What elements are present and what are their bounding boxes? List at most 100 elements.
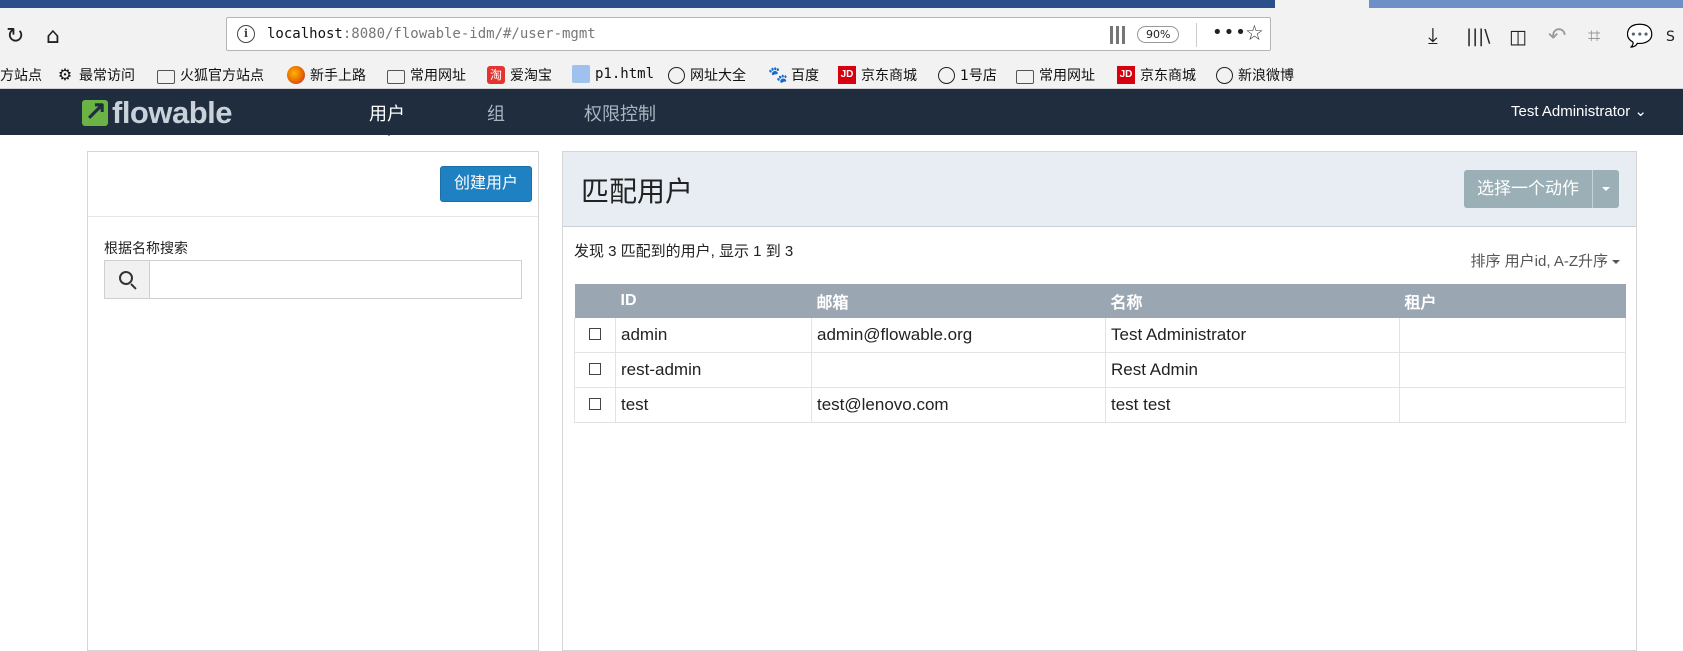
cell-email: admin@flowable.org (811, 318, 1106, 353)
bookmark-item[interactable]: JD 京东商城 (1117, 65, 1196, 85)
bookmark-item[interactable]: 常用网址 (1016, 65, 1095, 85)
extension-icon[interactable]: S (1666, 26, 1675, 48)
cell-name: test test (1105, 387, 1400, 423)
bookmark-item[interactable]: JD 京东商城 (838, 65, 917, 85)
user-filter-panel: 创建用户 根据名称搜索 (87, 151, 539, 651)
folder-icon (387, 69, 405, 84)
address-bar[interactable]: i localhost:8080/flowable-idm/#/user-mgm… (226, 17, 1271, 51)
cell-tenant (1399, 318, 1626, 353)
qr-code-icon[interactable] (1110, 26, 1128, 44)
cell-tenant (1399, 352, 1626, 388)
taobao-icon: 淘 (487, 66, 505, 84)
reload-icon[interactable]: ↻ (6, 26, 24, 48)
flowable-logo-icon (82, 95, 108, 126)
search-group (104, 260, 522, 299)
row-checkbox[interactable] (589, 328, 601, 340)
globe-icon (668, 66, 685, 84)
cell-name: Rest Admin (1105, 352, 1400, 388)
image-icon (572, 65, 590, 83)
row-checkbox[interactable] (589, 398, 601, 410)
user-list-panel: 匹配用户 选择一个动作 发现 3 匹配到的用户, 显示 1 到 3 排序 用户i… (562, 151, 1637, 651)
sort-dropdown[interactable]: 排序 用户id, A-Z升序 (1470, 250, 1620, 271)
home-icon[interactable]: ⌂ (46, 26, 60, 48)
caret-down-icon[interactable] (1592, 170, 1619, 208)
nav-groups[interactable]: 组 (487, 100, 505, 126)
result-summary: 发现 3 匹配到的用户, 显示 1 到 3 (574, 243, 794, 260)
browser-tab-strip (0, 0, 1683, 8)
row-select-cell[interactable] (574, 318, 616, 353)
cell-tenant (1399, 387, 1626, 423)
gear-icon: ⚙ (57, 65, 73, 84)
active-tab[interactable] (1275, 0, 1369, 8)
globe-icon (938, 66, 955, 84)
bookmark-item[interactable]: 火狐官方站点 (157, 65, 264, 85)
bookmark-item[interactable]: 1号店 (938, 65, 997, 85)
bookmark-item[interactable]: 方站点 (0, 65, 42, 85)
baidu-icon: 🐾 (768, 65, 788, 84)
filter-panel-header: 创建用户 (88, 152, 538, 217)
create-user-button[interactable]: 创建用户 (439, 166, 532, 202)
undo-icon[interactable]: ↶ (1548, 26, 1566, 48)
table-row[interactable]: rest-admin Rest Admin (574, 352, 1626, 388)
cell-id: rest-admin (615, 352, 812, 388)
action-button[interactable]: 选择一个动作 (1464, 170, 1592, 208)
header-select (574, 284, 616, 318)
search-addon (105, 261, 150, 298)
row-checkbox[interactable] (589, 363, 601, 375)
bookmark-item[interactable]: 新浪微博 (1216, 65, 1294, 85)
caret-down-icon (1612, 260, 1620, 265)
site-info-icon[interactable]: i (237, 25, 255, 43)
page-actions-icon[interactable]: ••• (1212, 22, 1247, 43)
search-icon (119, 271, 133, 285)
header-tenant[interactable]: 租户 (1399, 284, 1626, 318)
firefox-icon (287, 66, 305, 84)
row-select-cell[interactable] (574, 352, 616, 388)
search-input[interactable] (150, 261, 521, 298)
bookmark-item[interactable]: 🐾 百度 (768, 65, 819, 85)
bookmark-item[interactable]: 常用网址 (387, 65, 466, 85)
bookmark-item[interactable]: ⚙ 最常访问 (56, 65, 135, 85)
user-list-header: 匹配用户 选择一个动作 (563, 152, 1636, 227)
cell-name: Test Administrator (1105, 318, 1400, 353)
row-select-cell[interactable] (574, 387, 616, 423)
globe-icon (1216, 66, 1233, 84)
bookmark-item[interactable]: p1.html (572, 65, 654, 83)
users-table: ID 邮箱 名称 租户 admin admin@flowable.org Tes… (574, 284, 1626, 423)
header-name[interactable]: 名称 (1105, 284, 1400, 318)
jd-icon: JD (838, 66, 856, 84)
nav-privileges[interactable]: 权限控制 (584, 100, 656, 126)
browser-toolbar: ↻ ⌂ i localhost:8080/flowable-idm/#/user… (0, 8, 1683, 62)
bookmark-star-icon[interactable]: ☆ (1245, 21, 1264, 45)
library-icon[interactable]: |||\ (1466, 26, 1490, 48)
bookmarks-toolbar: 方站点 ⚙ 最常访问 火狐官方站点 新手上路 常用网址 淘爱淘宝 p1.html … (0, 62, 1683, 89)
download-icon[interactable]: ⤓ (1428, 26, 1438, 48)
cell-id: test (615, 387, 812, 423)
sidebar-icon[interactable]: ◫ (1509, 26, 1527, 48)
table-header-row: ID 邮箱 名称 租户 (574, 284, 1626, 318)
cell-id: admin (615, 318, 812, 353)
jd-icon: JD (1117, 66, 1135, 84)
header-id[interactable]: ID (615, 284, 812, 318)
zoom-badge[interactable]: 90% (1137, 26, 1180, 43)
search-label: 根据名称搜索 (104, 241, 188, 257)
action-dropdown[interactable]: 选择一个动作 (1464, 170, 1619, 208)
urlbar-separator (1196, 23, 1197, 47)
url-text[interactable]: localhost:8080/flowable-idm/#/user-mgmt (267, 26, 596, 42)
bookmark-item[interactable]: 淘爱淘宝 (487, 65, 552, 85)
bookmark-item[interactable]: 新手上路 (287, 65, 366, 85)
folder-icon (1016, 69, 1034, 84)
nav-users[interactable]: 用户 (369, 100, 405, 126)
crop-icon[interactable]: ⌗ (1588, 26, 1600, 48)
tab-strip-rest (1369, 0, 1683, 8)
page-title: 匹配用户 (581, 175, 694, 208)
chevron-down-icon: ⌄ (1634, 103, 1647, 120)
app-navbar: flowable 用户 组 权限控制 Test Administrator ⌄ (0, 89, 1683, 135)
user-menu[interactable]: Test Administrator ⌄ (1511, 102, 1647, 120)
bookmark-item[interactable]: 网址大全 (668, 65, 746, 85)
table-row[interactable]: admin admin@flowable.org Test Administra… (574, 318, 1626, 353)
header-email[interactable]: 邮箱 (811, 284, 1106, 318)
folder-icon (157, 69, 175, 84)
chat-icon[interactable]: 💬 (1626, 26, 1653, 48)
table-row[interactable]: test test@lenovo.com test test (574, 387, 1626, 423)
flowable-logo[interactable]: flowable (82, 95, 233, 131)
